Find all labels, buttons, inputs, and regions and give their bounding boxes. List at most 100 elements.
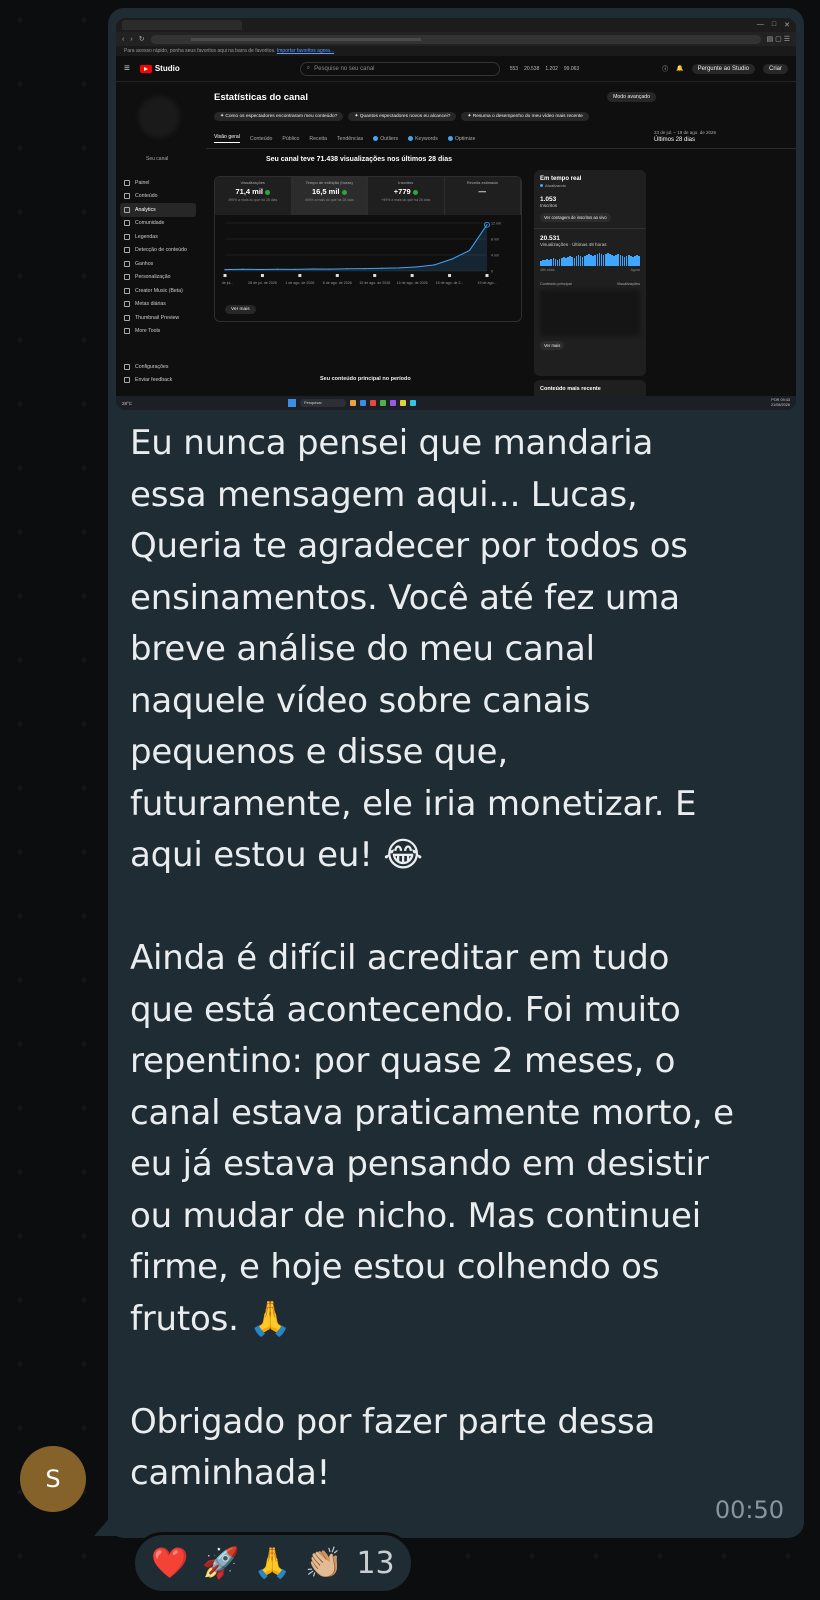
x-tick-label: 6 de ago. de 2026: [323, 281, 352, 285]
attached-screenshot[interactable]: — □ ✕ ‹ › ↻ ▤ ▢ ☰ Para acesso rápido, ponh…: [116, 18, 796, 410]
sidebar-item-icon: [124, 377, 130, 384]
suggestion-chip: ✦ Como os espectadores encontraram meu c…: [214, 112, 344, 121]
menu-icon: ≡: [124, 63, 130, 74]
tab-trends: Tendências: [336, 135, 364, 142]
reactions-bar[interactable]: ❤️ 🚀 🙏 👏🏼 13: [132, 1532, 414, 1594]
sender-initial: S: [45, 1465, 61, 1493]
header-actions: ⓘ 🔔 Pergunte ao Studio Criar: [662, 63, 788, 74]
data-point: [468, 249, 471, 252]
studio-main: Estatísticas do canal Modo avançado ✦ Co…: [206, 82, 796, 400]
period-label: Últimos 28 dias: [654, 137, 696, 144]
realtime-live: Atualizando: [540, 183, 640, 188]
metric-sub: 494% a mais do que há 28 dias: [304, 198, 354, 202]
reload-icon: ↻: [138, 36, 145, 43]
studio-brand: Studio: [154, 64, 180, 73]
x-tick-label: 1 de ago. de 2026: [285, 281, 314, 285]
metric-value: 16,5 mil: [292, 187, 368, 196]
x-tick-label: 19 de ago...: [478, 281, 497, 285]
sidebar-item-icon: [124, 328, 130, 335]
clap-reaction-icon: 👏🏼: [305, 1545, 343, 1581]
windows-start-icon: [288, 399, 296, 407]
up-check-icon: [412, 189, 418, 195]
browser-tabbar: — □ ✕: [116, 18, 796, 32]
x-tick-label: 28 de jul. de 2026: [248, 281, 277, 285]
data-point: [486, 224, 488, 226]
header-stats: 553 20.538 1.202 99.063: [510, 66, 579, 72]
up-check-icon: [341, 189, 347, 195]
suggestion-chip: ✦ Quantos espectadores novos eu alcancei…: [348, 112, 457, 121]
sidebar-item: More Tools: [120, 325, 196, 339]
area-fill: [225, 224, 487, 271]
realtime-card: Em tempo real Atualizando 1.053 Inscrito…: [534, 170, 646, 376]
axis-left: 48h atrás: [540, 268, 555, 272]
data-point: [451, 258, 453, 260]
data-point: [346, 268, 348, 270]
sender-avatar[interactable]: S: [20, 1446, 86, 1512]
y-tick-label: 0: [491, 270, 493, 274]
header-stat: 99.063: [563, 65, 580, 72]
realtime-bars: [540, 252, 640, 266]
data-point: [364, 268, 366, 270]
tab-optimize: Optimize: [447, 136, 475, 142]
metric-value: 71,4 mil: [215, 187, 291, 196]
metric-label: Visualizações: [240, 180, 265, 185]
sidebar-item-label: Ganhos: [135, 260, 154, 267]
data-point: [381, 267, 383, 269]
sidebar-item: Comunidade: [120, 217, 196, 231]
suggestion-chips: ✦ Como os espectadores encontraram meu c…: [214, 112, 589, 121]
channel-label: Seu canal: [146, 156, 169, 162]
help-icon: ⓘ: [662, 67, 669, 73]
metric-sub: 495% a mais do que há 28 dias: [228, 198, 278, 202]
reactions-count: 13: [356, 1545, 395, 1581]
realtime-columns: Conteúdo principal Visualizações: [540, 282, 640, 286]
youtube-play-icon: [139, 64, 152, 73]
window-controls: — □ ✕: [756, 21, 790, 29]
sidebar-item-label: Metas diárias: [135, 301, 166, 308]
realtime-views-label: Visualizações · Últimas 48 horas: [540, 242, 607, 247]
favorites-hint: Para acesso rápido, ponha seus favoritos…: [124, 48, 276, 54]
realtime-title: Em tempo real: [540, 176, 582, 182]
studio-logo: Studio: [139, 64, 180, 73]
sidebar-nav: Painel Conteúdo Analytics Comunidade Legenda…: [120, 176, 196, 338]
period-selector: 23 de jul. – 19 de ago. de 2026 Últimos …: [654, 130, 716, 145]
period-range: 23 de jul. – 19 de ago. de 2026: [654, 130, 717, 135]
sidebar-item-icon: [124, 220, 130, 227]
data-point: [294, 268, 296, 270]
tab-content: Conteúdo: [249, 135, 273, 142]
message-bubble[interactable]: — □ ✕ ‹ › ↻ ▤ ▢ ☰ Para acesso rápido, ponh…: [108, 8, 804, 1538]
realtime-subs: 1.053: [540, 196, 557, 203]
weather-widget: 28°C: [122, 400, 133, 406]
header-stat: 1.202: [545, 65, 558, 72]
taskbar-app-icon: [370, 400, 376, 406]
data-point: [241, 268, 244, 270]
sidebar-bottom: Configurações Enviar feedback: [120, 360, 196, 387]
realtime-bar: [638, 256, 640, 266]
axis-right: Agora: [630, 268, 640, 272]
taskbar-date: 21/08/2026: [770, 403, 790, 407]
divider: [534, 228, 646, 229]
realtime-subs-label: Inscritos: [540, 203, 558, 208]
sidebar-item: Creator Music (Beta): [120, 284, 196, 298]
taskbar-app-icon: [390, 400, 396, 406]
metric-tab: Visualizações 71,4 mil 495% a mais do que …: [215, 177, 292, 215]
studio-search: ⌕ Pesquise no seu canal: [299, 61, 500, 76]
x-tick-label: 23 de jul...: [221, 281, 233, 285]
views-summary: Seu canal teve 71.438 visualizações nos …: [266, 156, 452, 163]
overview-chart-card: Visualizações 71,4 mil 495% a mais do que …: [214, 176, 522, 322]
y-tick-label: 8 mil: [491, 238, 499, 242]
sidebar-item: Conteúdo: [120, 190, 196, 204]
data-point: [259, 268, 261, 271]
sidebar-item-label: Configurações: [135, 363, 169, 370]
sidebar-item-label: Personalização: [135, 274, 171, 281]
message-time: 00:50: [714, 1496, 784, 1524]
data-point: [276, 268, 278, 270]
suggestion-chip: ✦ Resuma o desempenho do meu vídeo mais …: [461, 112, 589, 121]
upload-marker: [223, 274, 227, 277]
sidebar-item: Legendas: [120, 230, 196, 244]
page-title: Estatísticas do canal: [214, 92, 308, 103]
y-tick-label: 12 mil: [491, 222, 501, 226]
x-tick-label: 10 de ago. de 2026: [359, 281, 390, 285]
sidebar-item-icon: [124, 314, 130, 321]
sidebar-item: Ganhos: [120, 257, 196, 271]
upload-marker: [485, 274, 489, 277]
